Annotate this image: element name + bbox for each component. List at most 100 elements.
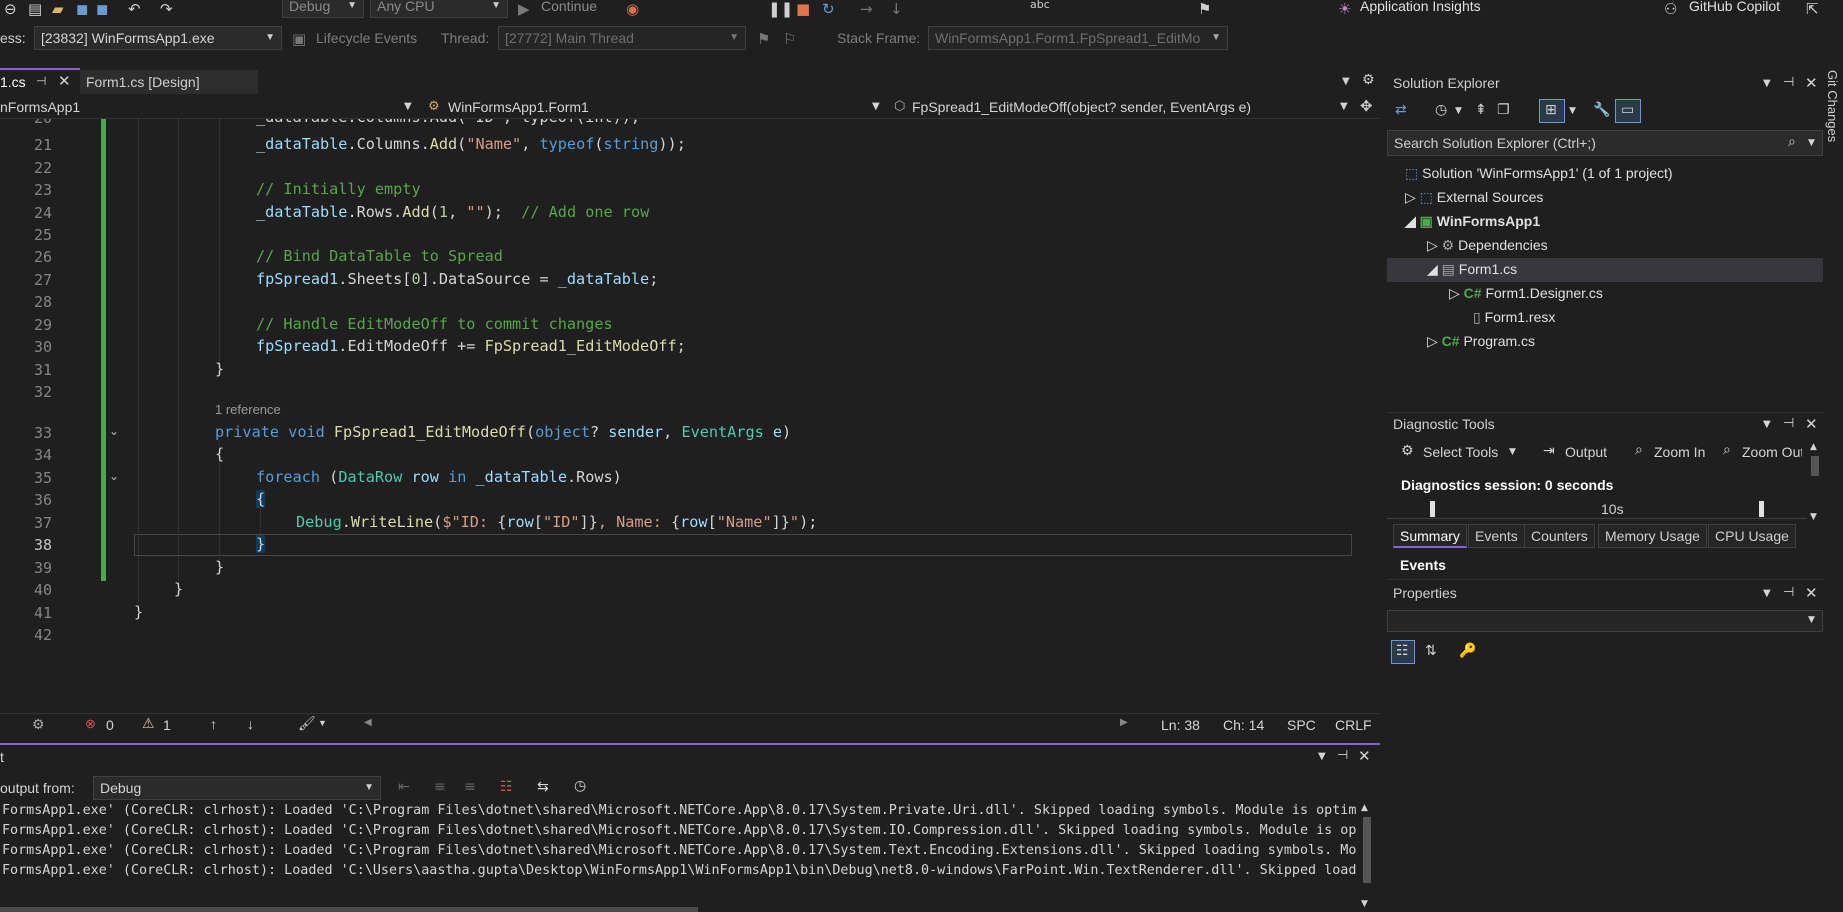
pin-icon[interactable]: ⊣ bbox=[36, 74, 46, 88]
scroll-down-arrow-icon[interactable]: ▼ bbox=[1810, 512, 1817, 522]
collapse-icon[interactable]: ◢ bbox=[1405, 213, 1420, 229]
chevron-down-icon[interactable]: ▼ bbox=[1763, 588, 1771, 599]
chevron-down-icon[interactable]: ▼ bbox=[1318, 751, 1326, 762]
code-editor[interactable]: ⌄ ⌄ 20 21 22 23 24 25 26 27 28 29 30 31 … bbox=[0, 119, 1355, 713]
close-icon[interactable]: ✕ bbox=[1805, 74, 1818, 92]
lifecycle-events-button[interactable]: Lifecycle Events bbox=[316, 30, 417, 46]
step-into-icon[interactable]: → bbox=[860, 0, 873, 18]
output-button[interactable]: Output bbox=[1565, 444, 1617, 460]
property-pages-icon[interactable]: 🔑 bbox=[1459, 643, 1476, 659]
collapse-icon[interactable]: ◢ bbox=[1427, 261, 1442, 277]
collapse-all-icon[interactable]: ⇞ bbox=[1475, 102, 1487, 118]
restart-icon[interactable]: ↻ bbox=[822, 0, 835, 18]
scroll-thumb[interactable] bbox=[1811, 456, 1819, 476]
tree-item-program-cs[interactable]: ▷ C# Program.cs bbox=[1427, 333, 1535, 350]
tree-item-project[interactable]: ◢ ▣ WinFormsApp1 bbox=[1405, 213, 1540, 230]
preview-toggle[interactable]: ▭ bbox=[1615, 99, 1641, 123]
stack-frame-dropdown[interactable]: WinFormsApp1.Form1.FpSpread1_EditMo ▼ bbox=[928, 26, 1228, 50]
alphabetical-icon[interactable]: ⇅ bbox=[1425, 643, 1437, 659]
pin-icon[interactable]: ⊣ bbox=[1337, 748, 1348, 763]
tab-form1-cs[interactable]: 1.cs ⊣ ✕ bbox=[0, 68, 80, 94]
share-icon[interactable]: ⇱ bbox=[1806, 0, 1819, 18]
stop-icon[interactable]: ■ bbox=[796, 0, 810, 18]
clear-all-icon[interactable]: ☷ bbox=[500, 779, 513, 795]
open-folder-icon[interactable]: ▰ bbox=[52, 0, 64, 18]
diagnostics-timeline[interactable]: 10s bbox=[1387, 499, 1807, 519]
split-editor-icon[interactable]: ✥ bbox=[1360, 97, 1373, 115]
tab-form1-design[interactable]: Form1.cs [Design] bbox=[80, 70, 258, 94]
tab-list-dropdown-icon[interactable]: ▼ bbox=[1342, 76, 1350, 87]
output-horizontal-scrollbar[interactable] bbox=[0, 904, 1356, 912]
collapse-icon[interactable]: ⌄ bbox=[109, 469, 119, 483]
timeline-start-marker[interactable] bbox=[1430, 501, 1435, 517]
zoom-icon[interactable]: ⚙ bbox=[32, 716, 45, 733]
bookmark-icon[interactable]: ⚑ bbox=[1198, 0, 1211, 18]
previous-message-icon[interactable]: ≡ bbox=[434, 779, 446, 795]
output-source-dropdown[interactable]: Debug ▼ bbox=[93, 776, 381, 800]
pin-icon[interactable]: ⊣ bbox=[1783, 585, 1794, 600]
zoom-in-button[interactable]: Zoom In bbox=[1654, 444, 1708, 460]
flag-icon[interactable]: ⚑ bbox=[757, 30, 770, 48]
filter-toggle[interactable]: ⊞ bbox=[1539, 99, 1565, 123]
insights-icon[interactable]: ☀ bbox=[1338, 0, 1351, 18]
tree-item-form1-resx[interactable]: ▯ Form1.resx bbox=[1473, 309, 1555, 326]
scroll-left-icon[interactable]: ◀ bbox=[364, 717, 372, 728]
next-issue-icon[interactable]: ↓ bbox=[247, 716, 254, 732]
thread-dropdown[interactable]: [27772] Main Thread ▼ bbox=[498, 26, 746, 50]
chevron-down-icon[interactable]: ▼ bbox=[1763, 419, 1771, 430]
tab-cpu-usage[interactable]: CPU Usage bbox=[1708, 524, 1796, 548]
tab-counters[interactable]: Counters bbox=[1524, 524, 1595, 548]
zoom-out-button[interactable]: Zoom Out bbox=[1742, 444, 1802, 460]
pin-icon[interactable]: ⊣ bbox=[1783, 416, 1794, 431]
timeline-end-marker[interactable] bbox=[1759, 501, 1764, 517]
tab-summary[interactable]: Summary bbox=[1393, 524, 1467, 548]
sync-with-document-icon[interactable]: ⇄ bbox=[1395, 102, 1407, 118]
properties-wrench-icon[interactable]: 🔧 bbox=[1593, 102, 1610, 118]
scroll-thumb[interactable] bbox=[1363, 817, 1371, 883]
properties-object-dropdown[interactable]: ▼ bbox=[1387, 610, 1823, 632]
save-all-icon[interactable]: ◼ bbox=[96, 0, 108, 18]
undo-icon[interactable]: ↶ bbox=[128, 0, 141, 18]
scroll-up-arrow-icon[interactable]: ▲ bbox=[1810, 442, 1817, 452]
scroll-up-arrow-icon[interactable]: ▲ bbox=[1361, 803, 1368, 813]
previous-issue-icon[interactable]: ↑ bbox=[210, 716, 217, 732]
save-icon[interactable]: ◼ bbox=[76, 0, 88, 18]
expand-icon[interactable]: ▷ bbox=[1427, 333, 1442, 349]
scroll-right-icon[interactable]: ▶ bbox=[1120, 717, 1128, 728]
collapse-icon[interactable]: ⌄ bbox=[109, 424, 119, 438]
tree-item-solution[interactable]: ⬚ Solution 'WinFormsApp1' (1 of 1 projec… bbox=[1405, 165, 1673, 182]
chevron-down-icon[interactable]: ▼ bbox=[1509, 447, 1516, 457]
process-dropdown[interactable]: [23832] WinFormsApp1.exe ▼ bbox=[34, 26, 282, 50]
chevron-down-icon[interactable]: ▼ bbox=[1569, 106, 1576, 116]
categorized-toggle[interactable]: ☷ bbox=[1391, 640, 1415, 664]
tree-item-external-sources[interactable]: ▷ ⬚ External Sources bbox=[1405, 189, 1543, 206]
configuration-dropdown[interactable]: Debug ▼ bbox=[282, 0, 364, 18]
github-copilot-button[interactable]: GitHub Copilot bbox=[1689, 0, 1780, 14]
navigate-forward-icon[interactable]: ⊖ bbox=[4, 0, 17, 18]
scroll-thumb[interactable] bbox=[0, 907, 698, 912]
timestamp-icon[interactable]: ◷ bbox=[574, 778, 586, 794]
diagnostic-scrollbar[interactable]: ▲ ▼ bbox=[1807, 440, 1823, 526]
line-indicator[interactable]: Ln: 38 bbox=[1161, 717, 1200, 733]
chevron-down-icon[interactable]: ▼ bbox=[1808, 138, 1815, 148]
close-icon[interactable]: ✕ bbox=[58, 72, 71, 90]
continue-icon[interactable]: ▶ bbox=[518, 0, 530, 18]
pin-icon[interactable]: ⊣ bbox=[1783, 75, 1794, 90]
class-dropdown[interactable]: ⚙ WinFormsApp1.Form1 ▼ bbox=[426, 97, 886, 119]
gear-icon[interactable]: ⚙ bbox=[1362, 72, 1375, 88]
codelens-references[interactable]: 1 reference bbox=[215, 402, 281, 417]
expand-icon[interactable]: ▷ bbox=[1449, 285, 1464, 301]
application-insights-button[interactable]: Application Insights bbox=[1360, 0, 1481, 14]
next-message-icon[interactable]: ≡ bbox=[464, 779, 476, 795]
close-icon[interactable]: ✕ bbox=[1805, 415, 1818, 433]
code-cleanup-icon[interactable]: 🖌 bbox=[298, 715, 316, 732]
warning-count[interactable]: 1 bbox=[163, 717, 171, 733]
find-message-icon[interactable]: ⇤ bbox=[398, 779, 410, 795]
scroll-down-arrow-icon[interactable]: ▼ bbox=[1361, 899, 1368, 909]
output-vertical-scrollbar[interactable]: ▲ ▼ bbox=[1358, 803, 1374, 912]
word-wrap-icon[interactable]: ⇆ bbox=[537, 779, 549, 795]
output-text[interactable]: FormsApp1.exe' (CoreCLR: clrhost): Loade… bbox=[0, 803, 1356, 903]
member-dropdown[interactable]: ⬡ FpSpread1_EditModeOff(object? sender, … bbox=[894, 97, 1354, 119]
hot-reload-icon[interactable]: ◉ bbox=[626, 0, 639, 18]
continue-button[interactable]: Continue bbox=[541, 0, 597, 14]
